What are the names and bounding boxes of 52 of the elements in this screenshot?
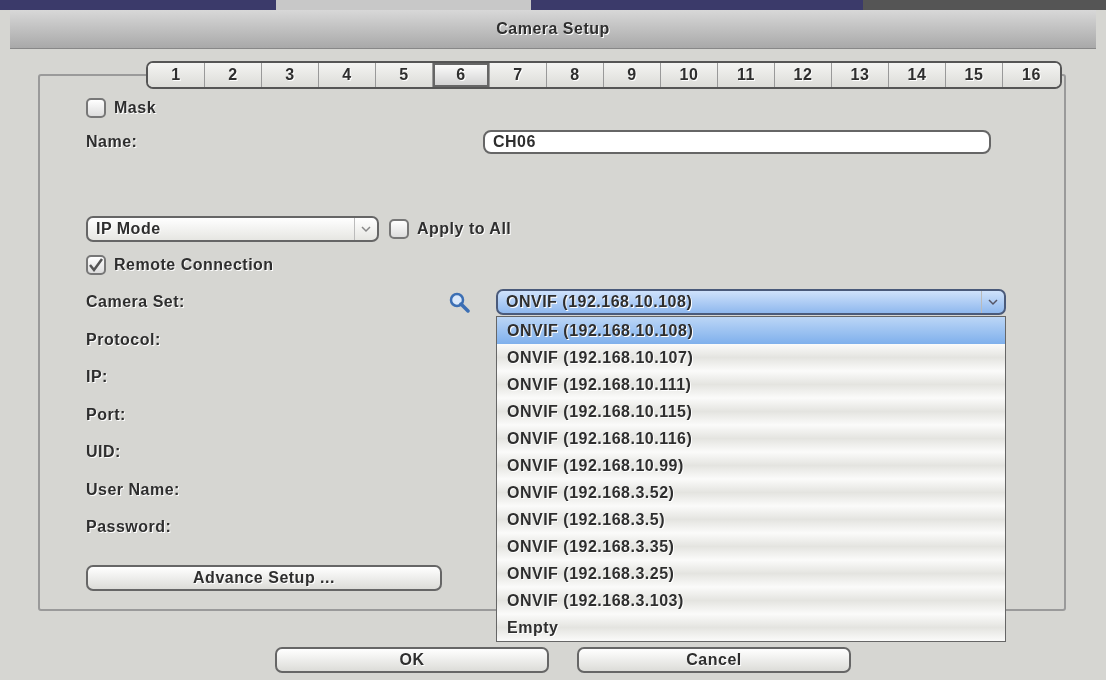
channel-tab[interactable]: 3 [262,63,319,87]
channel-tab[interactable]: 2 [205,63,262,87]
channel-tab[interactable]: 15 [946,63,1003,87]
field-label: Port: [86,405,126,424]
dropdown-option[interactable]: ONVIF (192.168.3.35) [497,533,1005,560]
field-label: User Name: [86,480,180,499]
dropdown-option[interactable]: ONVIF (192.168.10.116) [497,425,1005,452]
channel-tab[interactable]: 12 [775,63,832,87]
dropdown-option[interactable]: ONVIF (192.168.10.99) [497,452,1005,479]
caret-icon [361,225,371,233]
channel-tab[interactable]: 1 [148,63,205,87]
channel-tab[interactable]: 7 [490,63,547,87]
channel-tab[interactable]: 4 [319,63,376,87]
remote-connection-label: Remote Connection [114,256,274,274]
mode-dropdown[interactable]: IP Mode [86,216,379,242]
name-input-field[interactable]: CH06 [483,130,991,154]
dialog-button[interactable]: Cancel [577,647,851,673]
dropdown-option[interactable]: ONVIF (192.168.10.111) [497,371,1005,398]
mask-label: Mask [114,99,157,117]
channel-tab[interactable]: 16 [1003,63,1060,87]
mask-checkbox[interactable] [86,98,106,118]
dropdown-option[interactable]: ONVIF (192.168.10.115) [497,398,1005,425]
channel-tab[interactable]: 5 [376,63,433,87]
dropdown-option[interactable]: ONVIF (192.168.3.52) [497,479,1005,506]
dropdown-option[interactable]: ONVIF (192.168.3.103) [497,587,1005,614]
channel-tab[interactable]: 9 [604,63,661,87]
field-label: UID: [86,443,121,462]
channel-tab[interactable]: 13 [832,63,889,87]
dropdown-option[interactable]: ONVIF (192.168.3.25) [497,560,1005,587]
dialog-button[interactable]: OK [275,647,549,673]
field-label: IP: [86,368,108,387]
remote-connection-checkbox[interactable] [86,255,106,275]
channel-tab[interactable]: 10 [661,63,718,87]
search-icon[interactable] [448,291,470,313]
channel-tab[interactable]: 6 [433,63,490,87]
channel-tab[interactable]: 14 [889,63,946,87]
field-label: Password: [86,518,172,537]
channel-tab[interactable]: 11 [718,63,775,87]
apply-to-all-label: Apply to All [417,220,512,238]
camera-set-label: Camera Set: [86,293,186,311]
channel-tab[interactable]: 8 [547,63,604,87]
dropdown-option[interactable]: Empty [497,614,1005,641]
camera-set-dropdown[interactable]: ONVIF (192.168.10.108) [496,289,1006,315]
dropdown-option[interactable]: ONVIF (192.168.10.108) [497,317,1005,344]
apply-to-all-checkbox[interactable] [389,219,409,239]
caret-icon [988,298,998,306]
window-title: Camera Setup [496,20,610,38]
advance-setup-button[interactable]: Advance Setup ... [86,565,442,591]
field-label: Protocol: [86,330,161,349]
dropdown-option[interactable]: ONVIF (192.168.10.107) [497,344,1005,371]
dropdown-option[interactable]: ONVIF (192.168.3.5) [497,506,1005,533]
name-label: Name: [86,133,139,151]
